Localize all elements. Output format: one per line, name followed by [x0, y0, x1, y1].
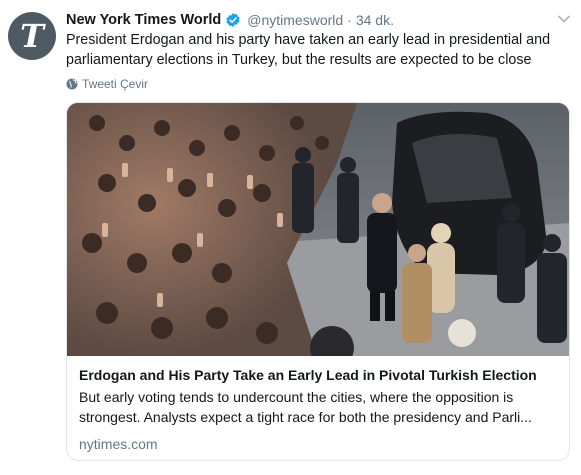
tweet-text: President Erdogan and his party have tak…: [66, 32, 551, 68]
verified-badge-icon: [225, 12, 241, 28]
card-description: But early voting tends to undercount the…: [79, 389, 532, 425]
tweet[interactable]: T New York Times World @nytimesworld · 3…: [0, 0, 581, 475]
card-image[interactable]: [67, 103, 569, 356]
translate-label: Tweeti Çevir: [82, 77, 149, 91]
card-domain[interactable]: nytimes.com: [79, 435, 557, 453]
card-body: Erdogan and His Party Take an Early Lead…: [79, 365, 557, 453]
display-name[interactable]: New York Times World: [66, 12, 221, 28]
handle[interactable]: @nytimesworld: [247, 12, 343, 28]
globe-icon: [66, 78, 78, 90]
timestamp[interactable]: 34 dk.: [356, 12, 394, 28]
tweet-header: New York Times World @nytimesworld · 34 …: [66, 10, 551, 30]
avatar[interactable]: T: [8, 12, 56, 60]
chevron-down-icon[interactable]: [557, 12, 571, 26]
card-title[interactable]: Erdogan and His Party Take an Early Lead…: [79, 365, 557, 385]
avatar-letter: T: [20, 17, 44, 55]
translate-tweet-link[interactable]: Tweeti Çevir: [66, 77, 148, 91]
link-card[interactable]: Erdogan and His Party Take an Early Lead…: [66, 102, 570, 461]
separator-dot: ·: [347, 12, 352, 28]
